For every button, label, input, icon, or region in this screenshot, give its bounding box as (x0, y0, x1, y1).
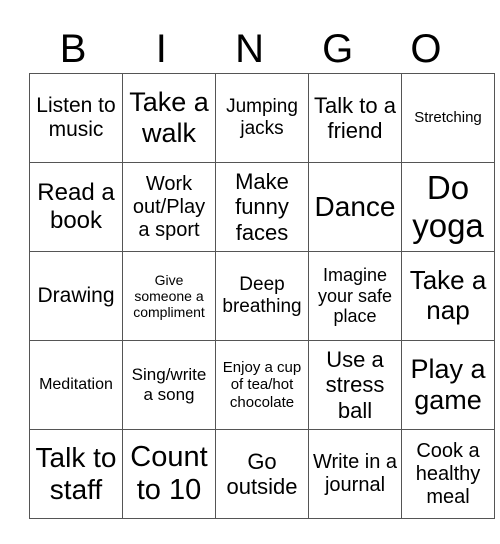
bingo-cell[interactable]: Play a game (401, 340, 495, 430)
bingo-cell[interactable]: Take a nap (401, 251, 495, 341)
bingo-row: Drawing Give someone a compliment Deep bre… (29, 251, 495, 341)
header-letter-n: N (235, 27, 264, 71)
bingo-cell[interactable]: Make funny faces (215, 162, 309, 252)
bingo-grid: Listen to music Take a walk Jumping jacks T… (29, 73, 495, 519)
bingo-cell[interactable]: Give someone a compliment (122, 251, 216, 341)
bingo-cell[interactable]: Listen to music (29, 73, 123, 163)
bingo-row: Talk to staff Count to 10 Go outside Write … (29, 429, 495, 519)
header-letter-i: I (155, 27, 167, 71)
bingo-cell[interactable]: Work out/Play a sport (122, 162, 216, 252)
bingo-cell[interactable]: Jumping jacks (215, 73, 309, 163)
bingo-cell[interactable]: Enjoy a cup of tea/hot chocolate (215, 340, 309, 430)
bingo-cell[interactable]: Stretching (401, 73, 495, 163)
bingo-cell[interactable]: Sing/write a song (122, 340, 216, 430)
bingo-cell[interactable]: Talk to a friend (308, 73, 402, 163)
bingo-cell[interactable]: Go outside (215, 429, 309, 519)
bingo-cell[interactable]: Read a book (29, 162, 123, 252)
bingo-row: Meditation Sing/write a song Enjoy a cup o… (29, 340, 495, 430)
header-letter-b: B (59, 27, 87, 71)
bingo-cell[interactable]: Take a walk (122, 73, 216, 163)
bingo-cell[interactable]: Imagine your safe place (308, 251, 402, 341)
bingo-cell[interactable]: Write in a journal (308, 429, 402, 519)
bingo-cell[interactable]: Deep breathing (215, 251, 309, 341)
header-letter-o: O (410, 27, 442, 71)
bingo-header: B I N G O (29, 26, 470, 72)
header-letter-g: G (322, 27, 354, 71)
bingo-cell[interactable]: Do yoga (401, 162, 495, 252)
bingo-row: Listen to music Take a walk Jumping jacks T… (29, 73, 495, 163)
bingo-row: Read a book Work out/Play a sport Make fun… (29, 162, 495, 252)
bingo-cell[interactable]: Meditation (29, 340, 123, 430)
bingo-cell[interactable]: Dance (308, 162, 402, 252)
bingo-cell[interactable]: Count to 10 (122, 429, 216, 519)
bingo-cell[interactable]: Use a stress ball (308, 340, 402, 430)
bingo-cell[interactable]: Cook a healthy meal (401, 429, 495, 519)
bingo-cell[interactable]: Drawing (29, 251, 123, 341)
bingo-cell[interactable]: Talk to staff (29, 429, 123, 519)
